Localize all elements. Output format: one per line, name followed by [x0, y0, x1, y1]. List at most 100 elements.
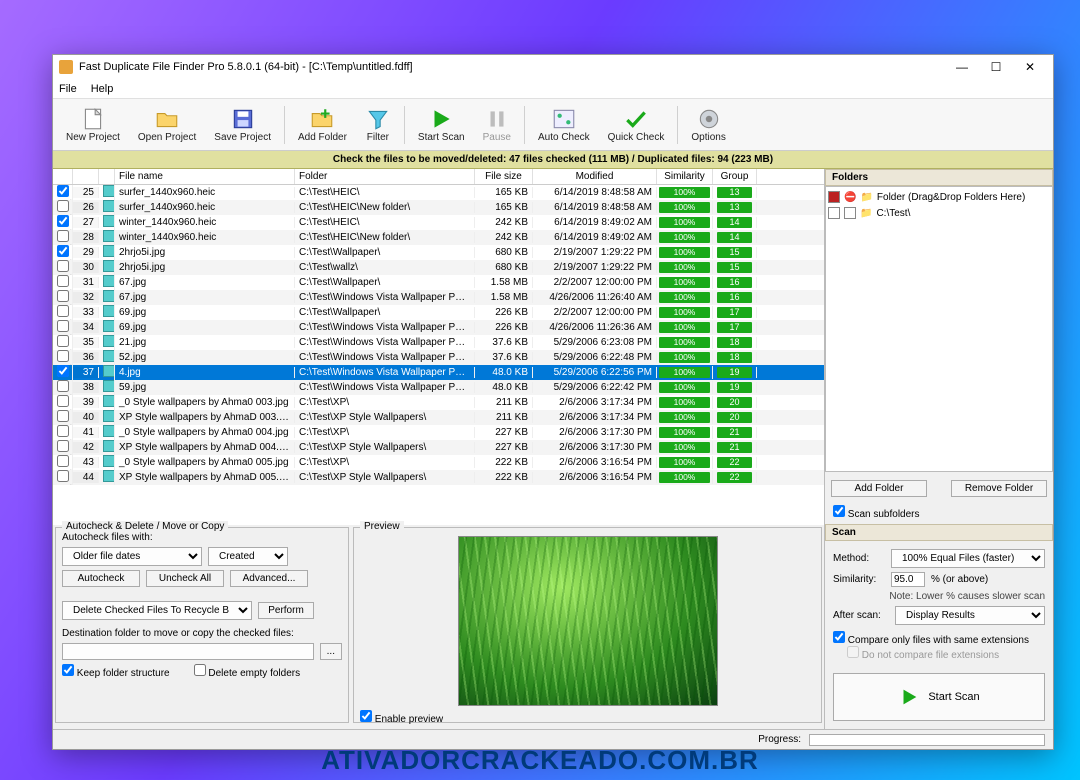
save-project-button[interactable]: Save Project: [205, 103, 280, 146]
after-scan-select[interactable]: Display Results: [895, 606, 1045, 625]
row-checkbox[interactable]: [57, 290, 69, 302]
start-scan-button[interactable]: Start Scan: [409, 103, 474, 146]
row-checkbox[interactable]: [57, 380, 69, 392]
col-similarity[interactable]: Similarity: [657, 169, 713, 184]
perform-action-select[interactable]: Delete Checked Files To Recycle Bin: [62, 601, 252, 620]
table-row[interactable]: 3369.jpgC:\Test\Wallpaper\226 KB2/2/2007…: [53, 305, 824, 320]
file-icon: [103, 425, 115, 437]
minimize-button[interactable]: —: [945, 56, 979, 78]
row-checkbox[interactable]: [57, 320, 69, 332]
file-icon: [103, 305, 115, 317]
toolbar: New Project Open Project Save Project Ad…: [53, 99, 1053, 151]
row-checkbox[interactable]: [57, 275, 69, 287]
table-row[interactable]: 3521.jpgC:\Test\Windows Vista Wallpaper …: [53, 335, 824, 350]
advanced-button[interactable]: Advanced...: [230, 570, 308, 587]
row-checkbox[interactable]: [57, 260, 69, 272]
folders-header: Folders: [825, 169, 1053, 186]
row-checkbox[interactable]: [57, 230, 69, 242]
progress-track: [809, 734, 1045, 746]
quick-check-button[interactable]: Quick Check: [599, 103, 674, 146]
start-scan-big-button[interactable]: Start Scan: [833, 673, 1045, 721]
table-row[interactable]: 41_0 Style wallpapers by Ahma0 004.jpgC:…: [53, 425, 824, 440]
row-checkbox[interactable]: [57, 185, 69, 197]
file-icon: [103, 335, 115, 347]
table-row[interactable]: 40XP Style wallpapers by AhmaD 003.jpgC:…: [53, 410, 824, 425]
table-row[interactable]: 27winter_1440x960.heicC:\Test\HEIC\242 K…: [53, 215, 824, 230]
col-size[interactable]: File size: [475, 169, 533, 184]
no-compare-ext-checkbox[interactable]: Do not compare file extensions: [847, 646, 1045, 661]
table-row[interactable]: 374.jpgC:\Test\Windows Vista Wallpaper P…: [53, 365, 824, 380]
table-row[interactable]: 3469.jpgC:\Test\Windows Vista Wallpaper …: [53, 320, 824, 335]
row-checkbox[interactable]: [57, 440, 69, 452]
maximize-button[interactable]: ☐: [979, 56, 1013, 78]
menu-help[interactable]: Help: [91, 83, 114, 95]
table-row[interactable]: 43_0 Style wallpapers by Ahma0 005.jpgC:…: [53, 455, 824, 470]
table-row[interactable]: 3267.jpgC:\Test\Windows Vista Wallpaper …: [53, 290, 824, 305]
row-checkbox[interactable]: [57, 200, 69, 212]
col-filename[interactable]: File name: [115, 169, 295, 184]
col-modified[interactable]: Modified: [533, 169, 657, 184]
table-row[interactable]: 292hrjo5i.jpgC:\Test\Wallpaper\680 KB2/1…: [53, 245, 824, 260]
col-group[interactable]: Group: [713, 169, 757, 184]
filter-button[interactable]: Filter: [356, 103, 400, 146]
table-row[interactable]: 3652.jpgC:\Test\Windows Vista Wallpaper …: [53, 350, 824, 365]
uncheck-all-button[interactable]: Uncheck All: [146, 570, 224, 587]
table-row[interactable]: 44XP Style wallpapers by AhmaD 005.jpgC:…: [53, 470, 824, 485]
titlebar[interactable]: Fast Duplicate File Finder Pro 5.8.0.1 (…: [53, 55, 1053, 79]
preview-image: [458, 536, 718, 706]
include-checkbox[interactable]: [828, 207, 840, 219]
add-folder-button[interactable]: Add Folder: [289, 103, 356, 146]
folder-remove-button[interactable]: Remove Folder: [951, 480, 1047, 497]
folders-list[interactable]: ⛔ 📁 Folder (Drag&Drop Folders Here) 📁 C:…: [825, 186, 1053, 472]
autocheck-button[interactable]: Autocheck: [62, 570, 140, 587]
folder-add-button[interactable]: Add Folder: [831, 480, 927, 497]
new-project-button[interactable]: New Project: [57, 103, 129, 146]
row-checkbox[interactable]: [57, 410, 69, 422]
dest-folder-input[interactable]: [62, 643, 314, 660]
options-button[interactable]: Options: [682, 103, 734, 146]
folder-header-row: ⛔ 📁 Folder (Drag&Drop Folders Here): [828, 189, 1050, 205]
table-row[interactable]: 25surfer_1440x960.heicC:\Test\HEIC\165 K…: [53, 185, 824, 200]
table-row[interactable]: 302hrjo5i.jpgC:\Test\wallz\680 KB2/19/20…: [53, 260, 824, 275]
table-row[interactable]: 42XP Style wallpapers by AhmaD 004.jpgC:…: [53, 440, 824, 455]
delete-empty-checkbox[interactable]: Delete empty folders: [194, 664, 301, 679]
pause-button[interactable]: Pause: [474, 103, 520, 146]
results-body[interactable]: 25surfer_1440x960.heicC:\Test\HEIC\165 K…: [53, 185, 824, 525]
row-checkbox[interactable]: [57, 395, 69, 407]
open-project-button[interactable]: Open Project: [129, 103, 205, 146]
keep-structure-checkbox[interactable]: Keep folder structure: [62, 664, 170, 679]
row-checkbox[interactable]: [57, 470, 69, 482]
exclude-header-icon: ⛔: [844, 192, 856, 203]
row-checkbox[interactable]: [57, 335, 69, 347]
menu-file[interactable]: File: [59, 83, 77, 95]
row-checkbox[interactable]: [57, 245, 69, 257]
file-icon: [103, 365, 115, 377]
file-icon: [103, 380, 115, 392]
row-checkbox[interactable]: [57, 365, 69, 377]
close-button[interactable]: ✕: [1013, 56, 1047, 78]
table-row[interactable]: 39_0 Style wallpapers by Ahma0 003.jpgC:…: [53, 395, 824, 410]
row-checkbox[interactable]: [57, 215, 69, 227]
table-row[interactable]: 3859.jpgC:\Test\Windows Vista Wallpaper …: [53, 380, 824, 395]
row-checkbox[interactable]: [57, 305, 69, 317]
exclude-checkbox[interactable]: [844, 207, 856, 219]
table-row[interactable]: 26surfer_1440x960.heicC:\Test\HEIC\New f…: [53, 200, 824, 215]
enable-preview-checkbox[interactable]: Enable preview: [360, 714, 443, 725]
browse-dest-button[interactable]: ...: [320, 643, 342, 660]
perform-button[interactable]: Perform: [258, 602, 314, 619]
file-icon: [103, 320, 115, 332]
row-checkbox[interactable]: [57, 455, 69, 467]
col-folder[interactable]: Folder: [295, 169, 475, 184]
similarity-spinner[interactable]: [891, 572, 925, 587]
auto-check-button[interactable]: Auto Check: [529, 103, 599, 146]
table-row[interactable]: 3167.jpgC:\Test\Wallpaper\1.58 MB2/2/200…: [53, 275, 824, 290]
autocheck-by-select[interactable]: Created: [208, 547, 288, 566]
table-row[interactable]: 28winter_1440x960.heicC:\Test\HEIC\New f…: [53, 230, 824, 245]
compare-ext-checkbox[interactable]: Compare only files with same extensions: [833, 631, 1045, 646]
autocheck-mode-select[interactable]: Older file dates: [62, 547, 202, 566]
scan-subfolders-checkbox[interactable]: Scan subfolders: [825, 505, 1053, 524]
file-icon: [103, 410, 115, 422]
row-checkbox[interactable]: [57, 425, 69, 437]
scan-method-select[interactable]: 100% Equal Files (faster): [891, 549, 1045, 568]
row-checkbox[interactable]: [57, 350, 69, 362]
